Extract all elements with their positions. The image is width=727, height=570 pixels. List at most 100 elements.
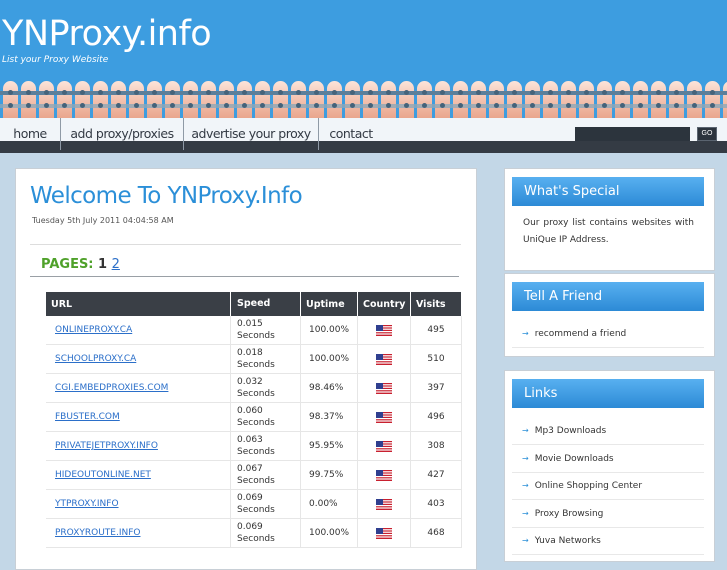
fence-bolt [242, 103, 247, 108]
speed-cell: 0.060 Seconds [231, 403, 301, 432]
fence-bolt [548, 90, 553, 95]
fence-bolt [224, 103, 229, 108]
us-flag-icon [376, 498, 392, 510]
speed-cell: 0.063 Seconds [231, 432, 301, 461]
fence-bolt [8, 90, 13, 95]
fence-bolt [296, 103, 301, 108]
country-cell [358, 316, 411, 345]
proxy-link[interactable]: YTPROXY.INFO [55, 499, 119, 509]
visits-cell: 427 [411, 461, 462, 490]
nav-add-proxy[interactable]: add proxy/proxies [61, 118, 183, 150]
fence-picket [21, 81, 36, 118]
country-cell [358, 403, 411, 432]
link-label: Online Shopping Center [534, 481, 643, 491]
fence-picket [633, 81, 648, 118]
fence-bolt [476, 90, 481, 95]
proxy-link[interactable]: SCHOOLPROXY.CA [55, 354, 136, 364]
col-url[interactable]: URL [46, 292, 231, 316]
speed-cell: 0.032 Seconds [231, 374, 301, 403]
country-cell [358, 345, 411, 374]
fence-bolt [116, 90, 121, 95]
fence-bolt [530, 90, 535, 95]
uptime-cell: 98.37% [301, 403, 358, 432]
fence-picket [561, 81, 576, 118]
nav-home[interactable]: home [0, 118, 60, 150]
sidebar-link[interactable]: → Yuva Networks [512, 527, 704, 555]
proxy-link[interactable]: HIDEOUTONLINE.NET [55, 470, 151, 480]
proxy-link[interactable]: FBUSTER.COM [55, 412, 120, 422]
fence-rail [0, 91, 727, 95]
fence-bolt [296, 90, 301, 95]
fence-picket [309, 81, 324, 118]
country-cell [358, 490, 411, 519]
url-cell: YTPROXY.INFO [46, 490, 231, 519]
table-row: HIDEOUTONLINE.NET 0.067 Seconds 99.75% 427 [46, 461, 462, 490]
recommend-friend-link[interactable]: → recommend a friend [512, 320, 704, 348]
go-button[interactable]: GO [697, 127, 717, 141]
fence-picket [39, 81, 54, 118]
col-visits[interactable]: Visits [411, 292, 462, 316]
fence-bolt [152, 90, 157, 95]
table-header-row: URL Speed Uptime Country Visits [46, 292, 462, 316]
site-tagline: List your Proxy Website [2, 55, 109, 65]
proxy-link[interactable]: PRIVATEJETPROXY.INFO [55, 441, 158, 451]
nav-contact[interactable]: contact [319, 118, 383, 150]
us-flag-icon [376, 353, 392, 365]
fence-bolt [440, 103, 445, 108]
sidebar-link[interactable]: → Movie Downloads [512, 445, 704, 473]
fence-bolt [674, 90, 679, 95]
proxy-link[interactable]: PROXYROUTE.INFO [55, 528, 140, 538]
col-country[interactable]: Country [358, 292, 411, 316]
date-text: Tuesday 5th July 2011 04:04:58 AM [32, 216, 174, 225]
col-uptime[interactable]: Uptime [301, 292, 358, 316]
fence-bolt [638, 90, 643, 95]
url-cell: CGI.EMBEDPROXIES.COM [46, 374, 231, 403]
fence-picket [345, 81, 360, 118]
fence-bolt [494, 90, 499, 95]
link-label: recommend a friend [534, 329, 627, 339]
fence-picket [453, 81, 468, 118]
links-title: Links [524, 386, 558, 401]
fence-rail [0, 104, 727, 108]
fence-bolt [368, 90, 373, 95]
fence-bolt [422, 90, 427, 95]
sidebar-link[interactable]: → Online Shopping Center [512, 472, 704, 500]
divider [30, 244, 461, 245]
fence-bolt [8, 103, 13, 108]
speed-cell: 0.069 Seconds [231, 519, 301, 548]
col-speed[interactable]: Speed [231, 292, 301, 316]
fence-picket [291, 81, 306, 118]
fence-bolt [584, 90, 589, 95]
fence-bolt [332, 90, 337, 95]
sidebar-link[interactable]: → Mp3 Downloads [512, 417, 704, 445]
fence-bolt [692, 103, 697, 108]
table-row: PROXYROUTE.INFO 0.069 Seconds 100.00% 468 [46, 519, 462, 548]
fence-bolt [620, 90, 625, 95]
uptime-cell: 98.46% [301, 374, 358, 403]
fence-bolt [674, 103, 679, 108]
fence-picket [237, 81, 252, 118]
uptime-cell: 100.00% [301, 519, 358, 548]
fence-bolt [332, 103, 337, 108]
fence-bolt [440, 90, 445, 95]
fence-bolt [386, 103, 391, 108]
proxy-link[interactable]: ONLINEPROXY.CA [55, 325, 132, 335]
fence-bolt [80, 90, 85, 95]
fence-picket [471, 81, 486, 118]
search-input[interactable] [575, 127, 690, 141]
proxy-table: URL Speed Uptime Country Visits ONLINEPR… [46, 292, 462, 548]
link-label: Movie Downloads [534, 453, 614, 464]
fence-picket [183, 81, 198, 118]
nav-advertise[interactable]: advertise your proxy [184, 118, 318, 150]
tell-a-friend-title: Tell A Friend [524, 289, 603, 304]
visits-cell: 510 [411, 345, 462, 374]
sidebar-link[interactable]: → Proxy Browsing [512, 500, 704, 528]
proxy-link[interactable]: CGI.EMBEDPROXIES.COM [55, 383, 168, 393]
page-link-2[interactable]: 2 [112, 257, 120, 272]
speed-cell: 0.015 Seconds [231, 316, 301, 345]
arrow-right-icon: → [522, 453, 529, 463]
arrow-right-icon: → [522, 508, 529, 518]
fence-bolt [242, 90, 247, 95]
fence-bolt [62, 90, 67, 95]
site-title[interactable]: YNProxy.info [2, 14, 212, 54]
